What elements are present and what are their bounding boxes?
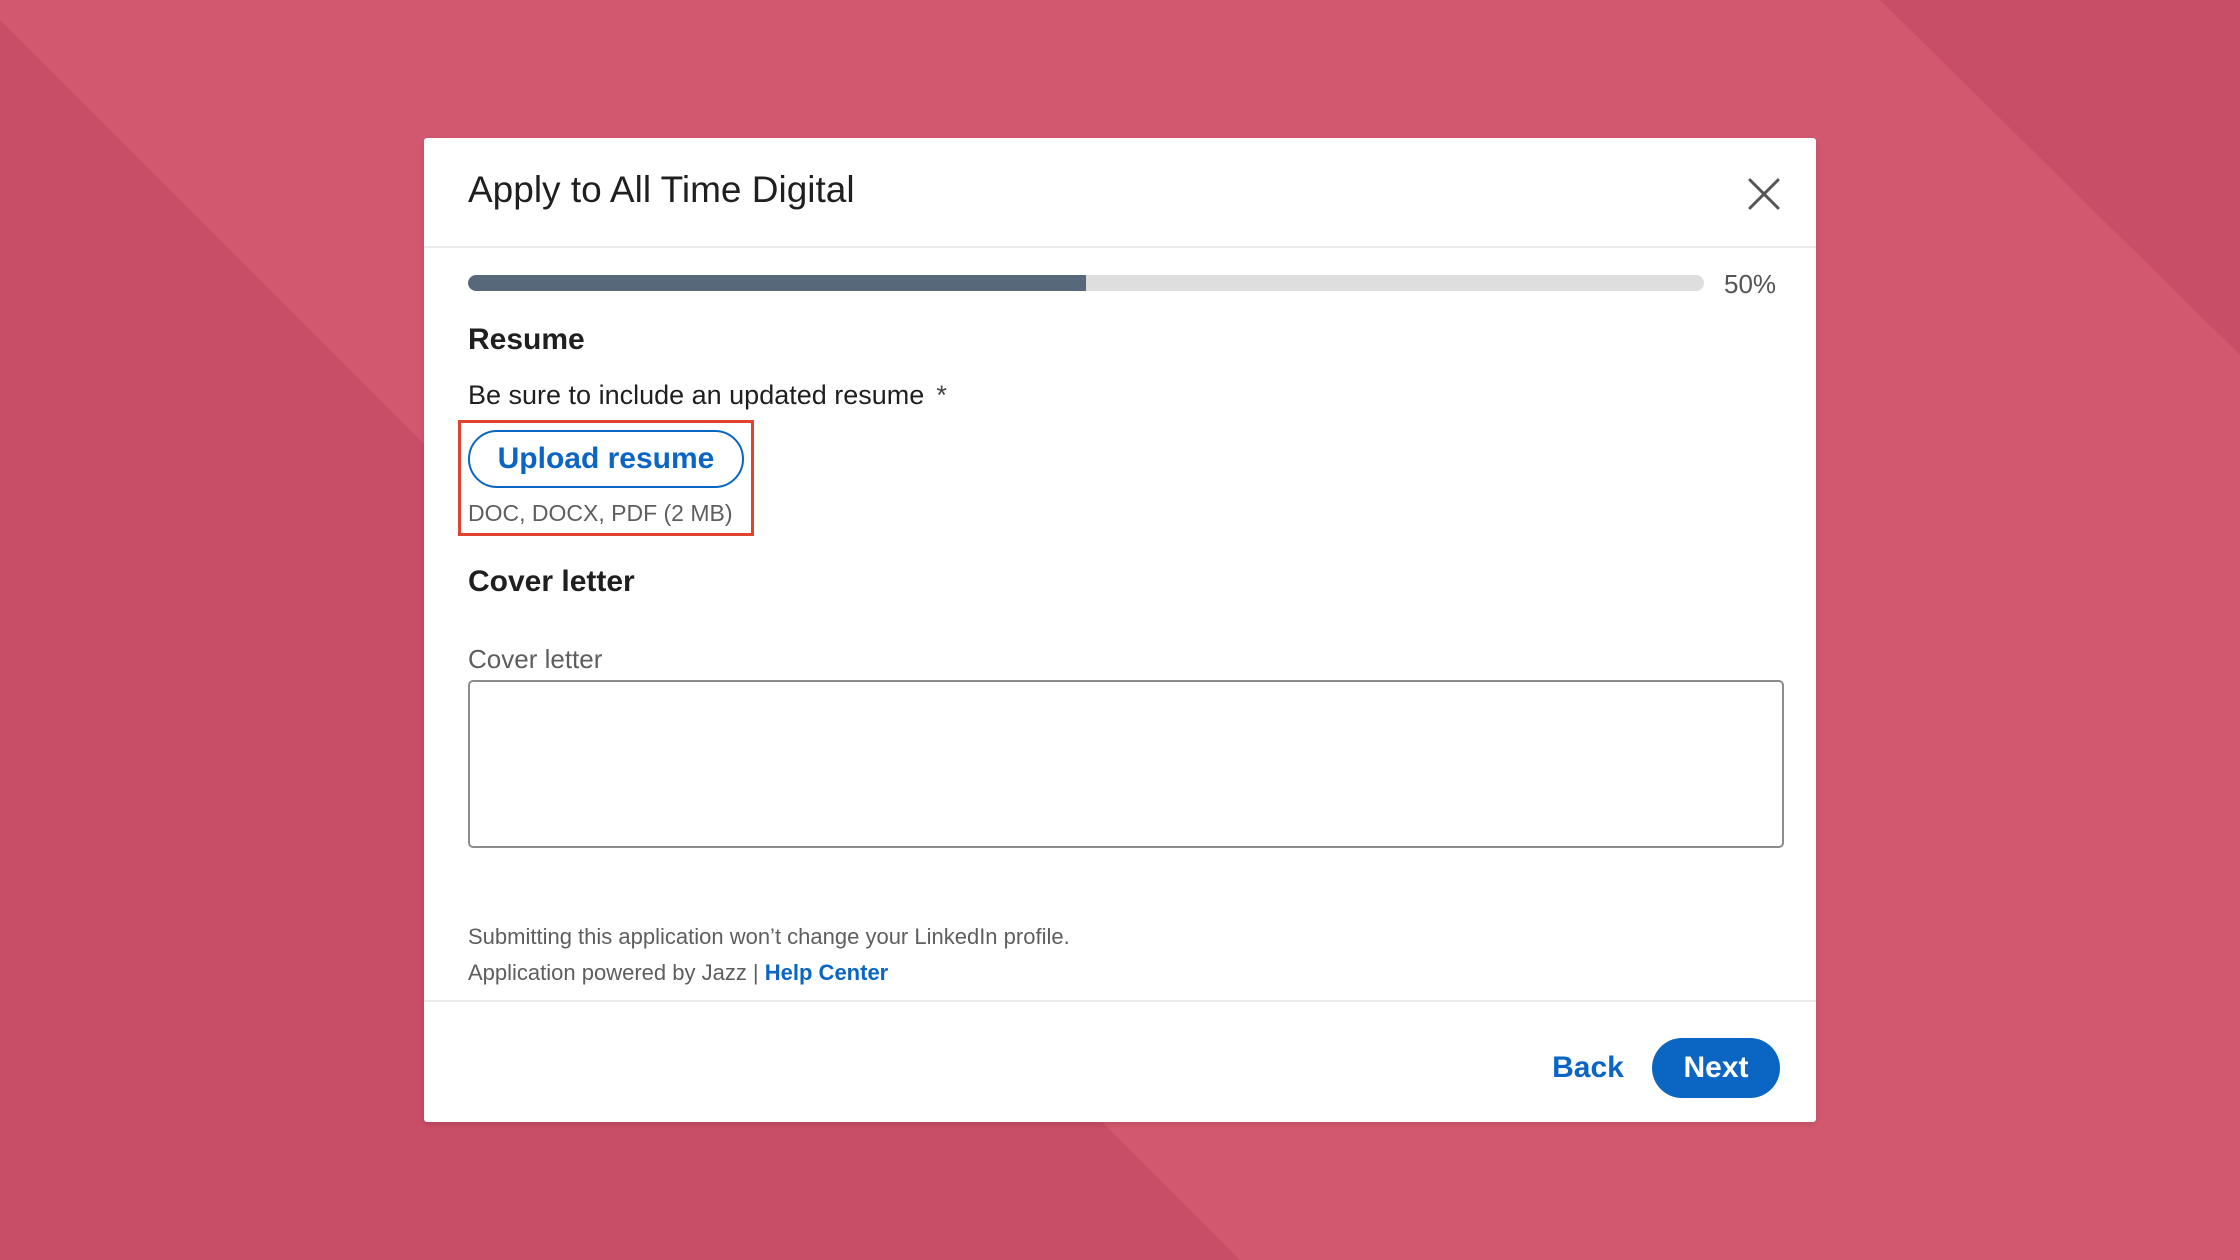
resume-hint-text: Be sure to include an updated resume [468,380,925,410]
powered-by-text: Application powered by Jazz | [468,960,765,985]
back-button[interactable]: Back [1538,1039,1638,1097]
resume-hint: Be sure to include an updated resume * [468,380,947,411]
progress-percent: 50% [1724,269,1777,299]
close-button[interactable] [1742,172,1786,216]
cover-letter-input[interactable] [468,680,1784,848]
cover-letter-label: Cover letter [468,644,603,674]
progress-bar [468,275,1704,291]
resume-heading: Resume [468,323,585,356]
required-mark: * [936,380,947,410]
cover-letter-heading: Cover letter [468,565,635,598]
dialog-title: Apply to All Time Digital [468,169,855,210]
profile-notice: Submitting this application won’t change… [468,924,1070,949]
footer-divider [424,1000,1816,1002]
close-icon [1748,178,1780,210]
file-types-hint: DOC, DOCX, PDF (2 MB) [468,500,733,526]
upload-resume-button[interactable]: Upload resume [468,430,744,488]
help-center-link[interactable]: Help Center [765,960,888,985]
dialog-header: Apply to All Time Digital [424,138,1816,248]
next-button[interactable]: Next [1652,1038,1780,1098]
apply-dialog: Apply to All Time Digital 50% Resume Be … [424,138,1816,1122]
progress-bar-fill [468,275,1086,291]
powered-by-line: Application powered by Jazz | Help Cente… [468,960,888,986]
